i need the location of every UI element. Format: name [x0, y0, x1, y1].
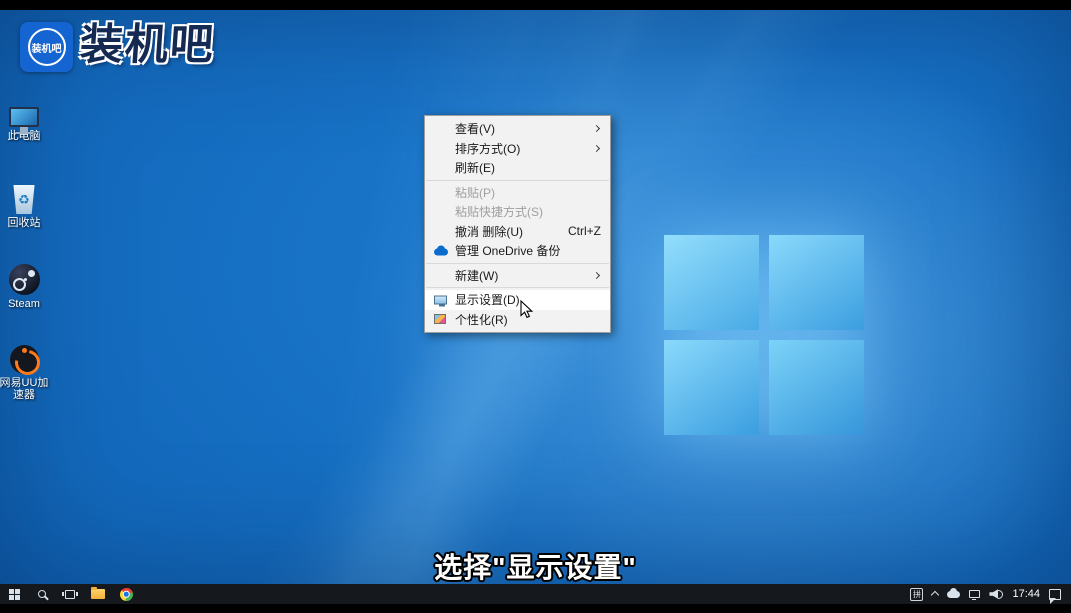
menu-item-label: 新建(W): [455, 267, 498, 284]
windows-logo-pane: [664, 235, 759, 330]
brand-badge-icon: 装机吧: [20, 22, 73, 72]
windows-start-icon: [9, 589, 20, 600]
windows-logo-pane: [769, 235, 864, 330]
subtitle-caption: 选择"显示设置": [0, 546, 1071, 586]
network-icon: [969, 590, 980, 598]
personalize-icon: [434, 314, 446, 324]
chrome-icon: [120, 588, 133, 601]
ime-indicator[interactable]: 拼: [910, 588, 923, 601]
steam-icon: [0, 261, 52, 295]
brand-title: 装机吧: [78, 22, 216, 68]
search-button[interactable]: [28, 584, 56, 604]
taskbar: 拼 17:44: [0, 584, 1071, 604]
display-settings-icon: [434, 295, 447, 304]
menu-item-label: 撤消 删除(U): [455, 223, 523, 240]
recycle-bin-icon: ♻: [0, 180, 52, 214]
submenu-chevron-icon: [593, 272, 600, 279]
menu-item-shortcut: Ctrl+Z: [568, 224, 601, 238]
speaker-icon: [989, 589, 998, 599]
menu-item-view[interactable]: 查看(V): [425, 119, 610, 139]
menu-item-personalize[interactable]: 个性化(R): [425, 310, 610, 330]
desktop-icon-this-pc[interactable]: 此电脑: [0, 93, 52, 142]
desktop-icon-recycle-bin[interactable]: ♻ 回收站: [0, 180, 52, 229]
menu-separator: [426, 287, 609, 288]
desktop-icon-netease-uu[interactable]: 网易UU加速器: [0, 340, 52, 401]
system-tray: 拼 17:44: [910, 588, 1071, 601]
windows-logo: [664, 235, 864, 435]
menu-item-label: 显示设置(D): [455, 291, 520, 308]
network-tray-button[interactable]: [969, 590, 980, 598]
search-icon: [38, 590, 46, 598]
desktop-icon-label: Steam: [0, 298, 52, 310]
show-hidden-icons-button[interactable]: [932, 590, 938, 598]
cloud-icon: [947, 591, 960, 598]
clock[interactable]: 17:44: [1012, 588, 1040, 600]
onedrive-tray-button[interactable]: [947, 591, 960, 598]
speaker-wave-icon: [998, 590, 1003, 599]
desktop-icon-label: 网易UU加速器: [0, 377, 52, 401]
desktop-icon-label: 回收站: [0, 217, 52, 229]
screen: 装机吧 装机吧 此电脑 ♻ 回收站 Steam 网易UU加速器 查看(V): [0, 0, 1071, 613]
menu-item-paste: 粘贴(P): [425, 183, 610, 203]
menu-item-label: 粘贴快捷方式(S): [455, 203, 543, 220]
netease-uu-icon: [0, 340, 52, 374]
menu-item-label: 管理 OneDrive 备份: [455, 242, 560, 259]
letterbox-top: [0, 0, 1071, 10]
desktop-icon-steam[interactable]: Steam: [0, 261, 52, 310]
volume-tray-button[interactable]: [989, 589, 1003, 599]
menu-item-refresh[interactable]: 刷新(E): [425, 158, 610, 178]
chevron-up-icon: [931, 591, 939, 599]
task-view-icon: [65, 590, 75, 599]
submenu-chevron-icon: [593, 145, 600, 152]
letterbox-bottom: [0, 604, 1071, 613]
menu-item-label: 个性化(R): [455, 311, 508, 328]
taskbar-left: [0, 584, 140, 604]
windows-logo-pane: [769, 340, 864, 435]
menu-item-label: 刷新(E): [455, 159, 495, 176]
brand-logo: 装机吧 装机吧: [20, 22, 215, 72]
start-button[interactable]: [0, 584, 28, 604]
folder-icon: [91, 589, 105, 599]
action-center-icon: [1049, 589, 1061, 600]
chrome-button[interactable]: [112, 584, 140, 604]
menu-item-paste-shortcut: 粘贴快捷方式(S): [425, 202, 610, 222]
desktop-context-menu: 查看(V) 排序方式(O) 刷新(E) 粘贴(P) 粘贴快捷方式(S) 撤消 删…: [424, 115, 611, 333]
menu-separator: [426, 263, 609, 264]
menu-item-display-settings[interactable]: 显示设置(D): [425, 290, 610, 310]
menu-item-label: 查看(V): [455, 120, 495, 137]
action-center-button[interactable]: [1049, 589, 1061, 600]
menu-item-manage-onedrive-backup[interactable]: 管理 OneDrive 备份: [425, 241, 610, 261]
brand-badge-text: 装机吧: [32, 40, 62, 55]
menu-separator: [426, 180, 609, 181]
onedrive-cloud-icon: [434, 248, 448, 255]
mouse-cursor: [520, 300, 534, 320]
menu-item-label: 排序方式(O): [455, 140, 520, 157]
task-view-button[interactable]: [56, 584, 84, 604]
file-explorer-button[interactable]: [84, 584, 112, 604]
submenu-chevron-icon: [593, 125, 600, 132]
menu-item-undo-delete[interactable]: 撤消 删除(U) Ctrl+Z: [425, 222, 610, 242]
brand-badge-ring: 装机吧: [28, 28, 66, 66]
this-pc-icon: [0, 93, 52, 127]
windows-logo-pane: [664, 340, 759, 435]
menu-item-label: 粘贴(P): [455, 184, 495, 201]
menu-item-sort-by[interactable]: 排序方式(O): [425, 139, 610, 159]
menu-item-new[interactable]: 新建(W): [425, 266, 610, 286]
